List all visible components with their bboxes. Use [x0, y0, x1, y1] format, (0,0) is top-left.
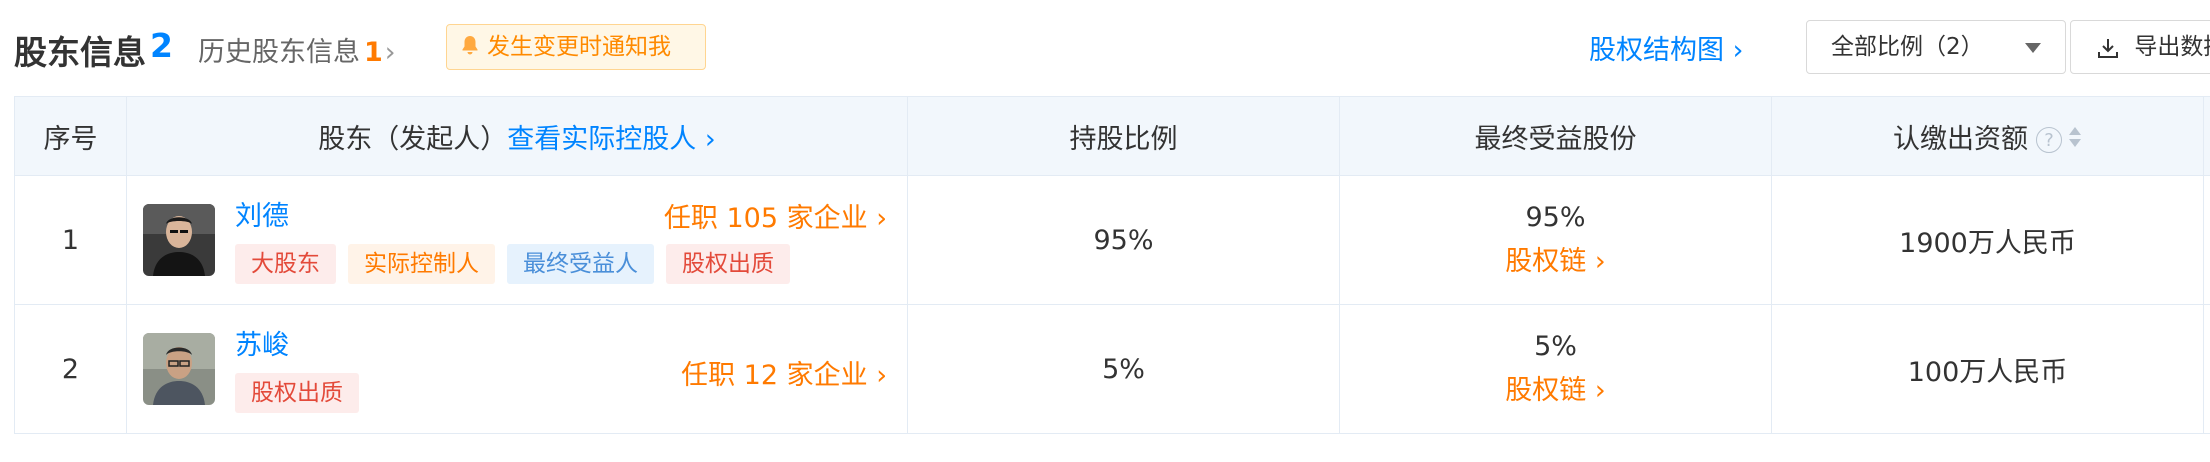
avatar[interactable] [143, 204, 215, 276]
tag-equity-pledge: 股权出质 [666, 244, 790, 284]
bell-icon [461, 26, 479, 70]
capital-header-label: 认缴出资额 [1893, 123, 2028, 155]
ratio-cell: 5% [907, 304, 1340, 434]
equity-chain-link[interactable]: 股权链 › [1505, 246, 1605, 277]
table-row: 1 刘德 大股东 实际控制人 最终受益人 股权出质 任职 105 家企业 › 9… [14, 175, 2210, 305]
holder-cell: 刘德 大股东 实际控制人 最终受益人 股权出质 任职 105 家企业 › [126, 175, 908, 305]
avatar[interactable] [143, 333, 215, 405]
col-holder-header: 股东（发起人）查看实际控股人 › [126, 96, 908, 176]
office-count-link[interactable]: 任职 105 家企业 › [664, 196, 887, 235]
benefit-cell: 95% 股权链 › [1339, 175, 1772, 305]
extra-cell [2203, 175, 2210, 305]
col-capital-header: 认缴出资额? [1771, 96, 2204, 176]
ratio-cell: 95% [907, 175, 1340, 305]
shareholder-count: 2 [150, 26, 173, 65]
section-title: 股东信息 [14, 33, 146, 72]
extra-cell [2203, 304, 2210, 434]
table-row: 2 苏峻 股权出质 任职 12 家企业 › 5% 5% 股权链 › 100万人民… [14, 304, 2210, 434]
role-tags: 股权出质 [235, 373, 371, 413]
history-shareholders-link[interactable]: 历史股东信息 1› [198, 30, 396, 69]
office-count-link[interactable]: 任职 12 家企业 › [681, 353, 887, 392]
role-tags: 大股东 实际控制人 最终受益人 股权出质 [235, 244, 802, 284]
ratio-filter-select[interactable]: 全部比例（2） [1806, 20, 2066, 74]
holder-name-link[interactable]: 苏峻 [235, 323, 289, 362]
row-index: 2 [14, 304, 127, 434]
history-count: 1 [364, 37, 383, 68]
benefit-cell: 5% 股权链 › [1339, 304, 1772, 434]
equity-structure-link[interactable]: 股权结构图 › [1589, 28, 1743, 67]
notify-label: 发生变更时通知我 [487, 34, 671, 60]
holder-name-link[interactable]: 刘德 [235, 194, 289, 233]
download-icon [2097, 34, 2134, 60]
tag-actual-controller: 实际控制人 [348, 244, 495, 284]
holder-header-label: 股东（发起人） [318, 123, 508, 155]
export-label: 导出数据 [2134, 34, 2210, 60]
chevron-right-icon: › [384, 37, 396, 68]
table-header-row: 序号 股东（发起人）查看实际控股人 › 持股比例 最终受益股份 认缴出资额? [14, 96, 2210, 176]
sort-icon[interactable] [2068, 125, 2082, 156]
ratio-filter-value: 全部比例（2） [1831, 34, 1984, 60]
help-icon[interactable]: ? [2036, 127, 2062, 153]
col-index-header: 序号 [14, 96, 127, 176]
benefit-value: 5% [1534, 331, 1577, 362]
shareholders-table: 序号 股东（发起人）查看实际控股人 › 持股比例 最终受益股份 认缴出资额? 1 [14, 96, 2210, 434]
export-data-button[interactable]: 导出数据 [2070, 20, 2210, 74]
benefit-value: 95% [1525, 202, 1586, 233]
capital-cell: 1900万人民币 [1771, 175, 2204, 305]
tag-ultimate-beneficiary: 最终受益人 [507, 244, 654, 284]
tag-major-shareholder: 大股东 [235, 244, 336, 284]
history-label: 历史股东信息 [198, 37, 360, 68]
caret-down-icon [2025, 43, 2041, 53]
col-extra-header [2203, 96, 2210, 176]
col-benefit-header: 最终受益股份 [1339, 96, 1772, 176]
equity-chain-link[interactable]: 股权链 › [1505, 375, 1605, 406]
row-index: 1 [14, 175, 127, 305]
view-actual-controller-link[interactable]: 查看实际控股人 › [507, 124, 715, 155]
col-ratio-header: 持股比例 [907, 96, 1340, 176]
tag-equity-pledge: 股权出质 [235, 373, 359, 413]
capital-cell: 100万人民币 [1771, 304, 2204, 434]
holder-cell: 苏峻 股权出质 任职 12 家企业 › [126, 304, 908, 434]
section-header: 股东信息 2 历史股东信息 1› 发生变更时通知我 股权结构图 › 全部比例（2）… [0, 0, 2210, 96]
notify-on-change-button[interactable]: 发生变更时通知我 [446, 24, 706, 70]
